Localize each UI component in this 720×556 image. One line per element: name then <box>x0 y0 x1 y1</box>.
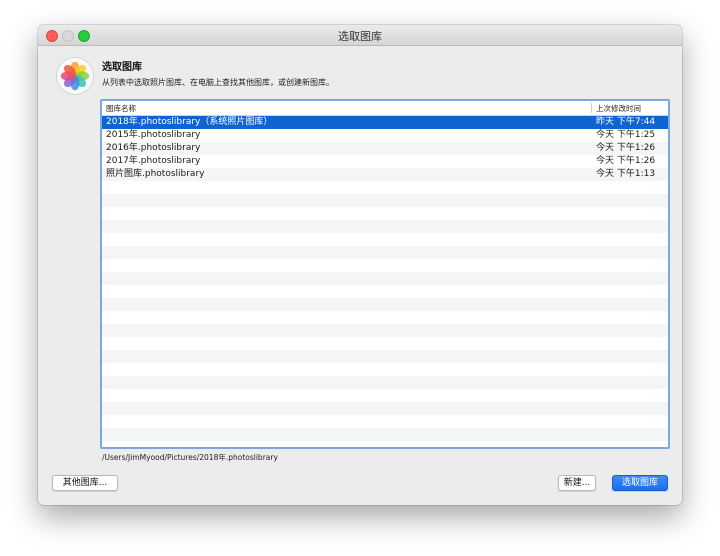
library-modified: 今天 下午1:26 <box>596 143 656 153</box>
empty-row <box>102 233 668 246</box>
library-list[interactable]: 图库名称 上次修改时间 2018年.photoslibrary（系统照片图库） … <box>100 99 670 449</box>
list-header: 图库名称 上次修改时间 <box>102 101 668 116</box>
empty-row <box>102 324 668 337</box>
new-library-button[interactable]: 新建... <box>558 475 596 491</box>
empty-row <box>102 350 668 363</box>
empty-row <box>102 272 668 285</box>
empty-row <box>102 246 668 259</box>
other-library-button[interactable]: 其他图库... <box>52 475 118 491</box>
empty-row <box>102 389 668 402</box>
photos-app-icon <box>56 57 94 95</box>
column-divider[interactable] <box>591 103 592 113</box>
empty-row <box>102 220 668 233</box>
empty-row <box>102 428 668 441</box>
empty-row <box>102 259 668 272</box>
title-bar[interactable]: 选取图库 <box>38 25 682 46</box>
library-modified: 今天 下午1:25 <box>596 130 656 140</box>
dialog-description: 从列表中选取照片图库、在电脑上查找其他图库，或创建新图库。 <box>102 78 334 87</box>
empty-row <box>102 311 668 324</box>
column-header-name[interactable]: 图库名称 <box>106 103 136 114</box>
library-row[interactable]: 照片图库.photoslibrary 今天 下午1:13 <box>102 168 668 181</box>
choose-library-button[interactable]: 选取图库 <box>612 475 668 491</box>
library-modified: 今天 下午1:13 <box>596 169 656 179</box>
empty-row <box>102 402 668 415</box>
library-row[interactable]: 2015年.photoslibrary 今天 下午1:25 <box>102 129 668 142</box>
list-rows: 2018年.photoslibrary（系统照片图库） 昨天 下午7:44 20… <box>102 116 668 447</box>
empty-row <box>102 415 668 428</box>
window-title: 选取图库 <box>338 30 382 43</box>
library-name: 2017年.photoslibrary <box>106 156 201 166</box>
library-name: 2016年.photoslibrary <box>106 143 201 153</box>
empty-row <box>102 376 668 389</box>
library-modified: 今天 下午1:26 <box>596 156 656 166</box>
empty-row <box>102 194 668 207</box>
empty-row <box>102 285 668 298</box>
library-modified: 昨天 下午7:44 <box>596 117 656 127</box>
empty-row <box>102 337 668 350</box>
empty-row <box>102 181 668 194</box>
library-row[interactable]: 2018年.photoslibrary（系统照片图库） 昨天 下午7:44 <box>102 116 668 129</box>
empty-row <box>102 207 668 220</box>
column-header-modified[interactable]: 上次修改时间 <box>596 103 641 114</box>
library-name: 2018年.photoslibrary（系统照片图库） <box>106 117 273 127</box>
library-name: 照片图库.photoslibrary <box>106 169 205 179</box>
empty-row <box>102 363 668 376</box>
choose-library-dialog: 选取图库 选取图库 从列表中选取照片图库、在电脑上查找其他图库，或创建新图库。 … <box>38 25 682 505</box>
library-row[interactable]: 2017年.photoslibrary 今天 下午1:26 <box>102 155 668 168</box>
selected-library-path: /Users/JimMyood/Pictures/2018年.photoslib… <box>102 453 278 462</box>
library-name: 2015年.photoslibrary <box>106 130 201 140</box>
empty-row <box>102 298 668 311</box>
library-row[interactable]: 2016年.photoslibrary 今天 下午1:26 <box>102 142 668 155</box>
dialog-heading: 选取图库 <box>102 62 142 73</box>
